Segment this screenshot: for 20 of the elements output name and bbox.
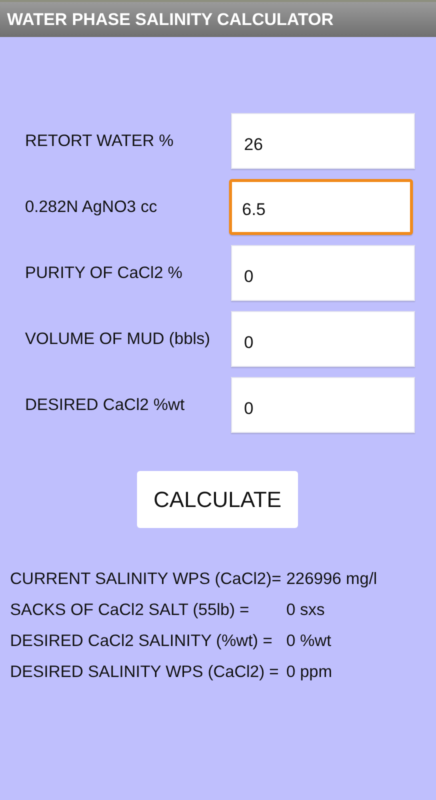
- calculate-button[interactable]: CALCULATE: [137, 471, 298, 528]
- field-label: VOLUME OF MUD (bbls): [24, 330, 212, 348]
- input-field[interactable]: 6.5: [229, 179, 413, 235]
- result-value: 0 %wt: [286, 631, 332, 652]
- input-field[interactable]: 0: [231, 245, 415, 301]
- result-label: DESIRED CaCl2 SALINITY (%wt) =: [10, 631, 274, 652]
- field-label: RETORT WATER %: [24, 132, 175, 150]
- result-value: 0 sxs: [286, 600, 326, 621]
- result-value: 0 ppm: [286, 662, 334, 683]
- input-field[interactable]: 0: [231, 377, 415, 433]
- input-field[interactable]: 26: [231, 113, 415, 169]
- result-label: SACKS OF CaCl2 SALT (55lb) =: [10, 600, 250, 621]
- input-field[interactable]: 0: [231, 311, 415, 367]
- field-label: 0.282N AgNO3 cc: [24, 198, 158, 216]
- field-label: DESIRED CaCl2 %wt: [24, 396, 186, 414]
- field-label: PURITY OF CaCl2 %: [24, 264, 184, 282]
- result-value: 226996 mg/l: [286, 569, 378, 590]
- result-label: DESIRED SALINITY WPS (CaCl2) =: [10, 662, 280, 683]
- result-label: CURRENT SALINITY WPS (CaCl2)=: [10, 569, 282, 590]
- app-title: WATER PHASE SALINITY CALCULATOR: [7, 10, 334, 30]
